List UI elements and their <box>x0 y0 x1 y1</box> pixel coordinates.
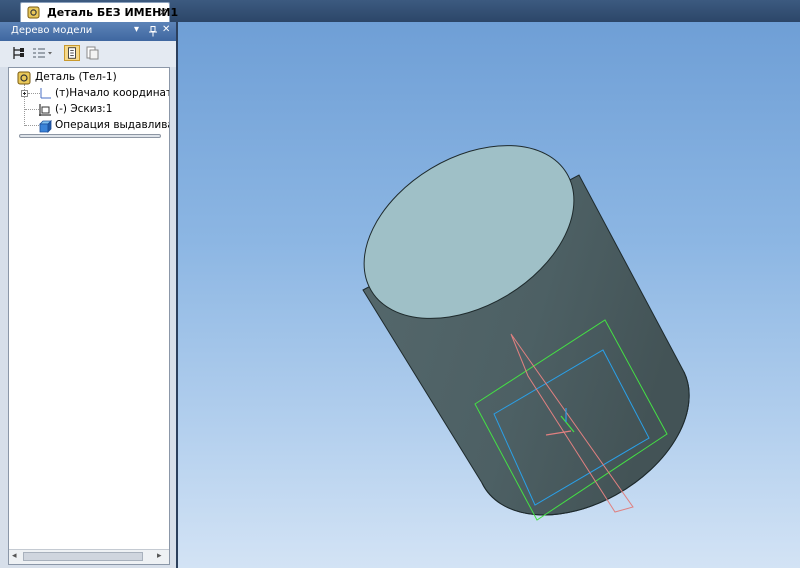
extrusion-icon <box>39 120 52 133</box>
part-icon <box>17 71 31 85</box>
list-view-icon[interactable] <box>32 45 54 61</box>
expand-icon[interactable] <box>21 90 28 97</box>
history-mode-icon[interactable] <box>84 45 100 61</box>
panel-title: Дерево модели <box>11 25 93 36</box>
tree-mode-icon[interactable] <box>64 45 80 61</box>
panel-menu-icon[interactable]: ▾ <box>134 24 139 35</box>
tree-item-label: Операция выдавливания:1 <box>55 119 169 131</box>
sketch-icon <box>39 104 51 116</box>
part-document-icon <box>27 6 40 19</box>
horizontal-scrollbar[interactable]: ◂ ▸ <box>9 549 169 564</box>
panel-title-bar: Дерево модели ▾ ✕ <box>0 22 176 41</box>
tree-item-label: Деталь (Тел-1) <box>35 71 117 83</box>
document-tab[interactable]: Деталь БЕЗ ИМЕНИ1 × <box>20 2 178 22</box>
tree-inner-scrollbar[interactable] <box>19 134 161 138</box>
scroll-thumb[interactable] <box>23 552 143 561</box>
model-tree: Деталь (Тел-1) (т)Начало координат (-) Э… <box>8 67 170 565</box>
tree-item-label: (т)Начало координат <box>55 87 170 99</box>
scroll-left-icon[interactable]: ◂ <box>12 551 17 561</box>
close-icon[interactable]: × <box>158 5 168 19</box>
document-tab-strip: Деталь БЕЗ ИМЕНИ1 × <box>0 0 800 22</box>
origin-axes-icon <box>40 88 51 99</box>
pin-icon[interactable] <box>148 26 158 37</box>
tree-connector <box>25 125 39 126</box>
tree-structure-icon[interactable] <box>10 45 26 61</box>
tree-item-label: (-) Эскиз:1 <box>55 103 113 115</box>
cylinder-model[interactable] <box>178 22 800 568</box>
tree-connector <box>25 109 39 110</box>
scroll-right-icon[interactable]: ▸ <box>157 551 162 561</box>
panel-close-icon[interactable]: ✕ <box>162 24 170 35</box>
tree-toolbar <box>0 41 176 67</box>
model-tree-panel: Дерево модели ▾ ✕ Деталь (Тел-1) (т)Нача… <box>0 22 176 568</box>
model-viewport[interactable] <box>178 22 800 568</box>
